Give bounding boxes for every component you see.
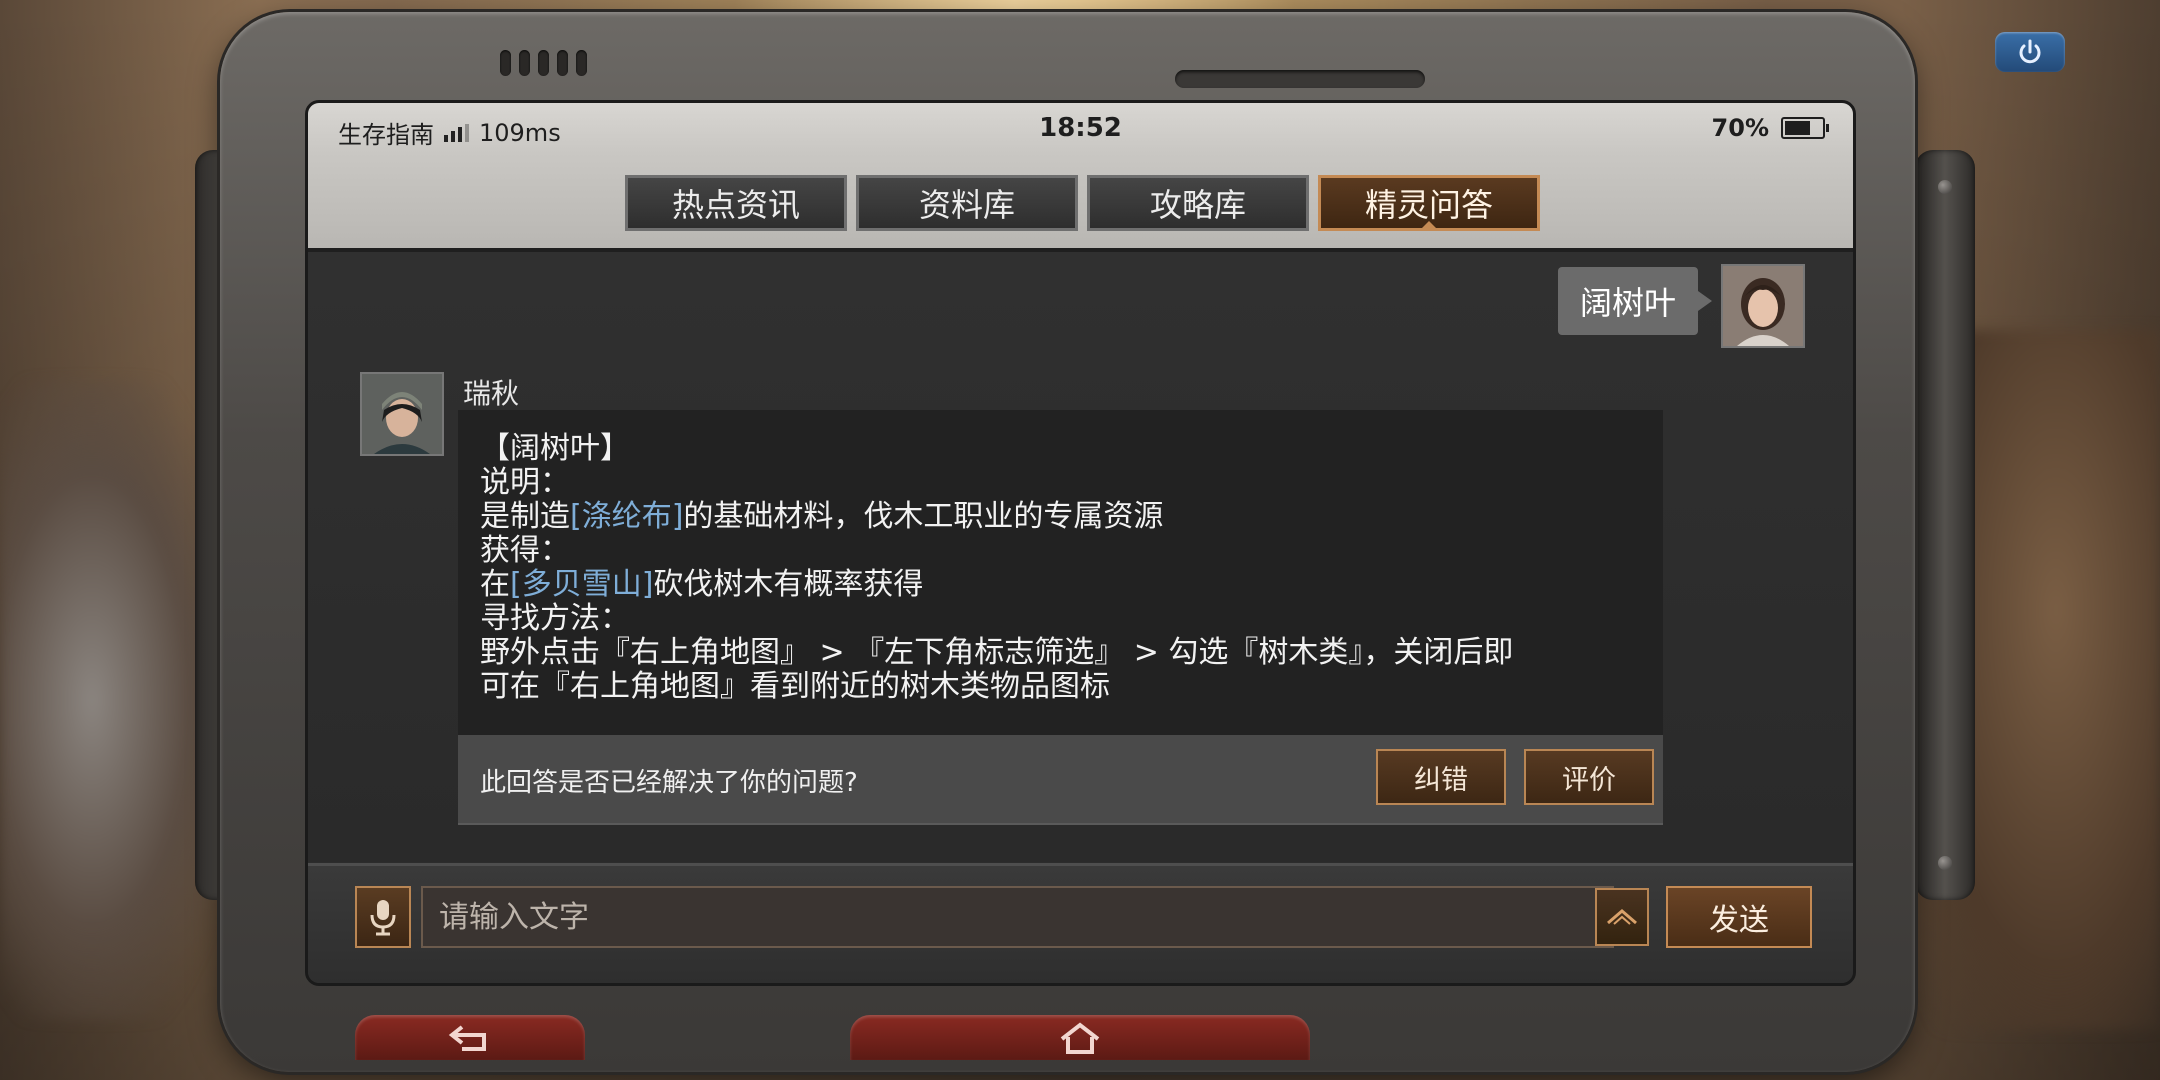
home-button[interactable] — [850, 1015, 1310, 1060]
back-button[interactable] — [355, 1015, 585, 1060]
bot-message-content: 【阔树叶】 说明： 是制造[涤纶布]的基础材料，伐木工职业的专属资源 获得： 在… — [458, 410, 1663, 735]
answer-title: 【阔树叶】 — [480, 431, 630, 466]
device-side-rail-right — [1915, 150, 1975, 900]
screw — [1938, 856, 1952, 870]
tab-bar: 热点资讯 资料库 攻略库 精灵问答 — [308, 153, 1853, 252]
link-dobei-snow-mountain[interactable]: [多贝雪山] — [510, 567, 653, 602]
device-screen: 生存指南 109ms 18:52 70% 热点资讯 资料库 攻略库 精灵问答 阔… — [305, 100, 1856, 986]
description-line: 是制造[涤纶布]的基础材料，伐木工职业的专属资源 — [480, 499, 1164, 534]
bot-avatar-image — [362, 374, 442, 454]
expand-up-icon — [1607, 909, 1637, 925]
screw — [1938, 180, 1952, 194]
back-arrow-icon — [448, 1024, 486, 1051]
rate-button[interactable]: 评价 — [1524, 749, 1654, 805]
link-polyester-cloth[interactable]: [涤纶布] — [570, 499, 683, 534]
message-input[interactable] — [421, 886, 1614, 948]
device-top-slot — [1175, 70, 1425, 88]
bot-message-bubble: 【阔树叶】 说明： 是制造[涤纶布]的基础材料，伐木工职业的专属资源 获得： 在… — [458, 410, 1663, 880]
microphone-icon — [370, 900, 396, 936]
feedback-panel: 此回答是否已经解决了你的问题? 纠错 评价 — [458, 735, 1663, 825]
clock: 18:52 — [1039, 113, 1122, 143]
send-button[interactable]: 发送 — [1666, 886, 1812, 948]
correct-error-button[interactable]: 纠错 — [1376, 749, 1506, 805]
obtain-line: 在[多贝雪山]砍伐树木有概率获得 — [480, 567, 924, 602]
find-method-line-1: 野外点击『右上角地图』 > 『左下角标志筛选』 > 勾选『树木类』，关闭后即 — [480, 635, 1514, 670]
power-button[interactable] — [1995, 32, 2065, 72]
status-bar: 生存指南 109ms 18:52 70% — [308, 103, 1853, 153]
user-avatar[interactable] — [1721, 264, 1805, 348]
obtain-label: 获得： — [480, 533, 570, 568]
user-avatar-image — [1723, 266, 1803, 346]
feedback-question: 此回答是否已经解决了你的问题? — [480, 768, 858, 798]
bot-name: 瑞秋 — [463, 377, 520, 410]
voice-input-button[interactable] — [355, 886, 411, 948]
find-method-label: 寻找方法： — [480, 601, 630, 636]
power-icon — [2019, 39, 2041, 64]
home-icon — [1060, 1021, 1100, 1054]
user-message-bubble: 阔树叶 — [1558, 267, 1713, 335]
battery-icon — [1781, 117, 1829, 139]
bot-avatar[interactable] — [360, 372, 444, 456]
tab-guides[interactable]: 攻略库 — [1087, 175, 1309, 231]
expand-button[interactable] — [1595, 888, 1649, 946]
battery-percent: 70% — [1711, 114, 1769, 142]
input-bar: 发送 — [308, 863, 1853, 983]
tab-spirit-qa[interactable]: 精灵问答 — [1318, 175, 1540, 231]
speaker-grill — [500, 50, 587, 76]
description-label: 说明： — [480, 465, 570, 500]
tab-hot-news[interactable]: 热点资讯 — [625, 175, 847, 231]
user-message-text: 阔树叶 — [1580, 284, 1677, 322]
find-method-line-2: 可在『右上角地图』看到附近的树木类物品图标 — [480, 669, 1110, 704]
chat-area[interactable]: 阔树叶 瑞秋 【阔树叶】 说明： 是制造[涤纶布]的基础材料，伐木工职业的专属资… — [308, 252, 1853, 862]
tab-database[interactable]: 资料库 — [856, 175, 1078, 231]
